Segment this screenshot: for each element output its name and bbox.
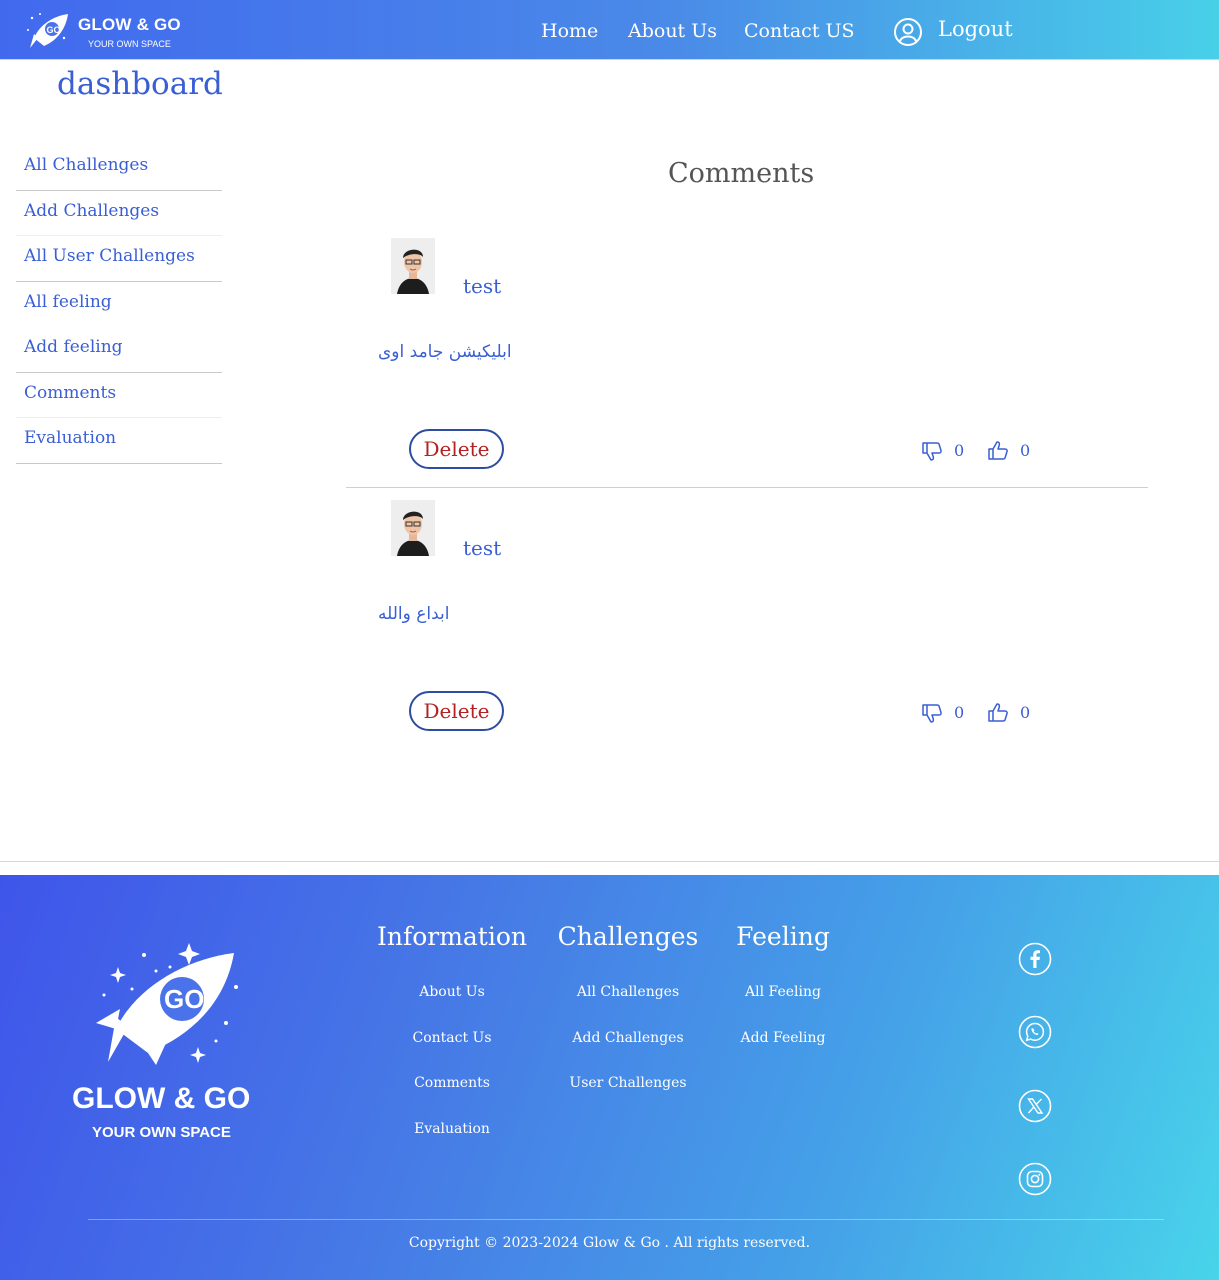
logo-title: GLOW & GO (78, 15, 181, 34)
avatar (391, 500, 435, 556)
nav-about-link[interactable]: About Us (628, 20, 717, 42)
footer-link-add-feeling[interactable]: Add Feeling (703, 1030, 863, 1076)
x-icon[interactable] (1018, 1089, 1052, 1123)
comment-text: ابداع والله (378, 604, 450, 624)
facebook-icon[interactable] (1018, 942, 1052, 976)
logout-label: Logout (938, 17, 1013, 41)
like-count: 0 (1020, 441, 1031, 460)
footer-link-user-challenges[interactable]: User Challenges (548, 1075, 708, 1121)
comment-username: test (463, 536, 502, 560)
footer-column-challenges: Challenges All Challenges Add Challenges… (548, 922, 708, 1121)
footer-logo: GO GLOW & GO YOUR OWN SPACE (70, 937, 260, 1147)
rocket-logo-icon: GO (27, 13, 68, 48)
page-divider (0, 861, 1219, 862)
footer-link-add-challenges[interactable]: Add Challenges (548, 1030, 708, 1076)
footer: GO GLOW & GO YOUR OWN SPACE Information … (0, 875, 1219, 1280)
brand-logo[interactable]: GO GLOW & GO YOUR OWN SPACE (24, 8, 194, 54)
dislike-count: 0 (954, 703, 965, 722)
footer-logo-subtitle: YOUR OWN SPACE (92, 1124, 231, 1141)
sidebar-item-evaluation[interactable]: Evaluation (16, 418, 222, 464)
footer-heading-information: Information (376, 922, 528, 951)
svg-text:GO: GO (47, 25, 61, 35)
footer-link-contact-us[interactable]: Contact Us (372, 1030, 532, 1076)
comment-card: test ابليكيشن جامد اوى Delete 0 0 (346, 226, 1148, 488)
thumbs-down-icon (922, 442, 942, 461)
footer-divider (88, 1219, 1164, 1220)
logo-subtitle: YOUR OWN SPACE (88, 39, 171, 49)
footer-heading-challenges: Challenges (557, 922, 699, 951)
comment-username: test (463, 274, 502, 298)
thumbs-up-icon (988, 703, 1008, 722)
sidebar-item-comments[interactable]: Comments (16, 373, 222, 418)
comment-text: ابليكيشن جامد اوى (378, 342, 512, 362)
comment-card: test ابداع والله Delete 0 0 (346, 488, 1148, 750)
delete-button[interactable]: Delete (409, 429, 504, 469)
footer-link-evaluation[interactable]: Evaluation (372, 1121, 532, 1167)
user-avatar-icon (391, 500, 435, 556)
top-navbar: GO GLOW & GO YOUR OWN SPACE Home About U… (0, 0, 1219, 60)
thumbs-up-icon (988, 441, 1008, 460)
user-avatar-icon (391, 238, 435, 294)
nav-contact-link[interactable]: Contact US (744, 20, 855, 42)
svg-text:GO: GO (164, 984, 204, 1014)
sidebar-item-all-feeling[interactable]: All feeling (16, 282, 222, 328)
sidebar-item-add-feeling[interactable]: Add feeling (16, 327, 222, 373)
whatsapp-icon[interactable] (1018, 1015, 1052, 1049)
page-title: Comments (668, 158, 815, 189)
dashboard-title: dashboard (57, 66, 223, 102)
user-circle-icon (894, 18, 922, 46)
rocket-logo-icon: GO (96, 943, 238, 1065)
footer-heading-feeling: Feeling (736, 922, 830, 951)
like-count: 0 (1020, 703, 1031, 722)
sidebar-item-add-challenges[interactable]: Add Challenges (16, 191, 222, 236)
sidebar: All Challenges Add Challenges All User C… (16, 145, 222, 464)
footer-logo-title: GLOW & GO (72, 1082, 251, 1115)
sidebar-item-all-challenges[interactable]: All Challenges (16, 145, 222, 191)
footer-column-feeling: Feeling All Feeling Add Feeling (703, 922, 863, 1075)
sidebar-item-all-user-challenges[interactable]: All User Challenges (16, 236, 222, 282)
footer-column-information: Information About Us Contact Us Comments… (372, 922, 532, 1166)
dislike-count: 0 (954, 441, 965, 460)
footer-link-all-challenges[interactable]: All Challenges (548, 984, 708, 1030)
footer-link-all-feeling[interactable]: All Feeling (703, 984, 863, 1030)
copyright-text: Copyright © 2023-2024 Glow & Go . All ri… (408, 1235, 811, 1251)
footer-link-about-us[interactable]: About Us (372, 984, 532, 1030)
avatar (391, 238, 435, 294)
delete-button[interactable]: Delete (409, 691, 504, 731)
footer-link-comments[interactable]: Comments (372, 1075, 532, 1121)
nav-home-link[interactable]: Home (541, 20, 598, 42)
thumbs-down-icon (922, 704, 942, 723)
instagram-icon[interactable] (1018, 1162, 1052, 1196)
